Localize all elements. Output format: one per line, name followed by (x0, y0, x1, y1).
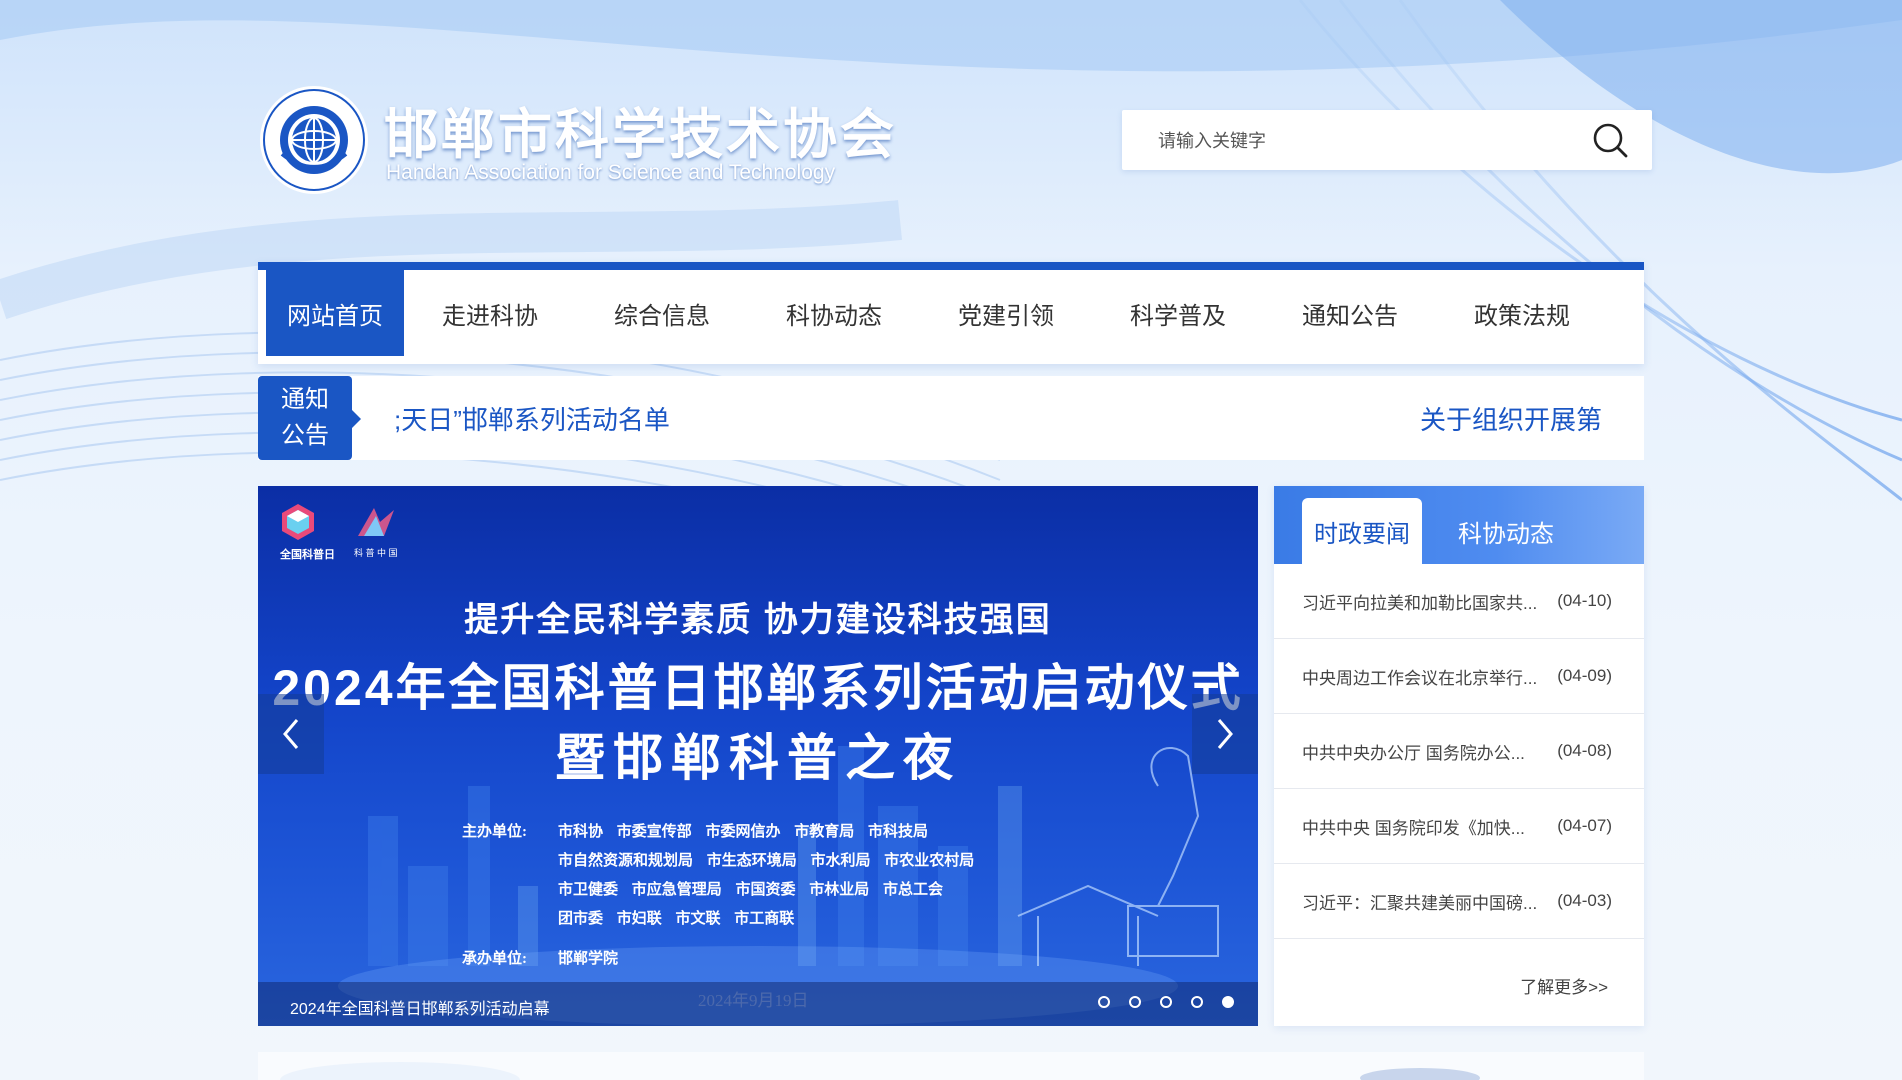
banner-carousel[interactable]: 全国科普日 科 普 中 国 提升全民科学素质 协力建设科技强国 2024年全国科… (258, 486, 1258, 1026)
site-title: 邯郸市科学技术协会 (384, 105, 897, 165)
carousel-caption-bar: 2024年全国科普日邯郸系列活动启幕 (258, 982, 1258, 1026)
nav-item-about[interactable]: 走进科协 (404, 270, 576, 356)
nav-item-notices[interactable]: 通知公告 (1264, 270, 1436, 356)
nav-item-association-news[interactable]: 科协动态 (748, 270, 920, 356)
kepu-china-logo-text: 科 普 中 国 (354, 548, 398, 558)
site-logo[interactable]: 邯郸市科学技术协会 Handan Association for Science… (258, 84, 894, 194)
news-date: (04-10) (1557, 591, 1612, 610)
site-subtitle: Handan Association for Science and Techn… (386, 161, 836, 184)
notice-tag-arrow (352, 410, 361, 428)
carousel-prev-button[interactable] (258, 694, 324, 774)
notice-tag: 通知 公告 (258, 376, 352, 460)
next-section-strip (258, 1052, 1644, 1080)
nav-item-home[interactable]: 网站首页 (266, 270, 404, 356)
carousel-caption[interactable]: 2024年全国科普日邯郸系列活动启幕 (290, 995, 550, 1019)
carousel-dot[interactable] (1129, 996, 1141, 1008)
news-tabs: 时政要闻 科协动态 (1274, 486, 1644, 564)
carousel-dot-active[interactable] (1222, 996, 1234, 1008)
chevron-left-icon (283, 719, 299, 749)
science-day-logo-text: 全国科普日 (280, 549, 335, 561)
news-item[interactable]: 中共中央办公厅 国务院办公... (04-08) (1274, 714, 1644, 789)
organizer-name: 邯郸学院 (558, 951, 619, 967)
news-title: 中央周边工作会议在北京举行... (1302, 668, 1538, 688)
news-item[interactable]: 习近平：汇聚共建美丽中国磅... (04-03) (1274, 864, 1644, 939)
carousel-dot[interactable] (1191, 996, 1203, 1008)
banner-subheadline: 暨邯郸科普之夜 (555, 730, 961, 786)
news-title: 习近平：汇聚共建美丽中国磅... (1302, 893, 1538, 913)
news-list: 习近平向拉美和加勒比国家共... (04-10) 中央周边工作会议在北京举行..… (1274, 564, 1644, 939)
banner-headline: 2024年全国科普日邯郸系列活动启动仪式 (272, 660, 1244, 716)
cast-emblem-icon (260, 86, 368, 194)
news-title: 中共中央 国务院印发《加快... (1302, 818, 1525, 838)
host-row: 市卫健委 市应急管理局 市国资委 市林业局 市总工会 (558, 882, 944, 898)
host-row: 市自然资源和规划局 市生态环境局 市水利局 市农业农村局 (558, 853, 975, 869)
news-title: 习近平向拉美和加勒比国家共... (1302, 593, 1538, 613)
news-item[interactable]: 中央周边工作会议在北京举行... (04-09) (1274, 639, 1644, 714)
tab-association-news[interactable]: 科协动态 (1446, 498, 1566, 564)
tab-current-affairs[interactable]: 时政要闻 (1302, 498, 1422, 564)
chevron-right-icon (1217, 719, 1233, 749)
main-nav: 网站首页 走进科协 综合信息 科协动态 党建引领 科学普及 通知公告 政策法规 (258, 262, 1644, 364)
news-date: (04-09) (1557, 666, 1612, 685)
host-row: 市科协 市委宣传部 市委网信办 市教育局 市科技局 (558, 824, 929, 840)
nav-item-party-building[interactable]: 党建引领 (920, 270, 1092, 356)
host-label: 主办单位: (462, 824, 527, 840)
carousel-dot[interactable] (1160, 996, 1172, 1008)
kepu-china-logo-icon (358, 508, 394, 536)
nav-item-general-info[interactable]: 综合信息 (576, 270, 748, 356)
banner-slogan: 提升全民科学素质 协力建设科技强国 (464, 601, 1052, 639)
organizer-label: 承办单位: (462, 951, 527, 967)
notice-bar: 通知 公告 ;天日”邯郸系列活动名单 关于组织开展第 (258, 376, 1644, 460)
carousel-next-button[interactable] (1192, 694, 1258, 774)
carousel-dot[interactable] (1098, 996, 1110, 1008)
notice-item[interactable]: 关于组织开展第 (1420, 400, 1602, 437)
notice-tag-line1: 通知 (281, 386, 329, 413)
news-item[interactable]: 习近平向拉美和加勒比国家共... (04-10) (1274, 564, 1644, 639)
notice-item[interactable]: ;天日”邯郸系列活动名单 (394, 400, 670, 437)
carousel-dots (1098, 996, 1234, 1008)
news-title: 中共中央办公厅 国务院办公... (1302, 743, 1525, 763)
news-panel: 时政要闻 科协动态 习近平向拉美和加勒比国家共... (04-10) 中央周边工… (1274, 486, 1644, 1026)
search-box (1122, 110, 1652, 170)
search-icon[interactable] (1590, 120, 1630, 160)
news-date: (04-08) (1557, 741, 1612, 760)
notice-tag-line2: 公告 (281, 422, 329, 449)
nav-item-science-popularization[interactable]: 科学普及 (1092, 270, 1264, 356)
news-item[interactable]: 中共中央 国务院印发《加快... (04-07) (1274, 789, 1644, 864)
news-date: (04-07) (1557, 816, 1612, 835)
science-day-logo-icon (282, 504, 314, 540)
search-input[interactable] (1156, 124, 1560, 158)
host-row: 团市委 市妇联 市文联 市工商联 (558, 911, 795, 927)
news-more-link[interactable]: 了解更多>> (1520, 973, 1608, 998)
nav-item-policies[interactable]: 政策法规 (1436, 270, 1608, 356)
news-date: (04-03) (1557, 891, 1612, 910)
